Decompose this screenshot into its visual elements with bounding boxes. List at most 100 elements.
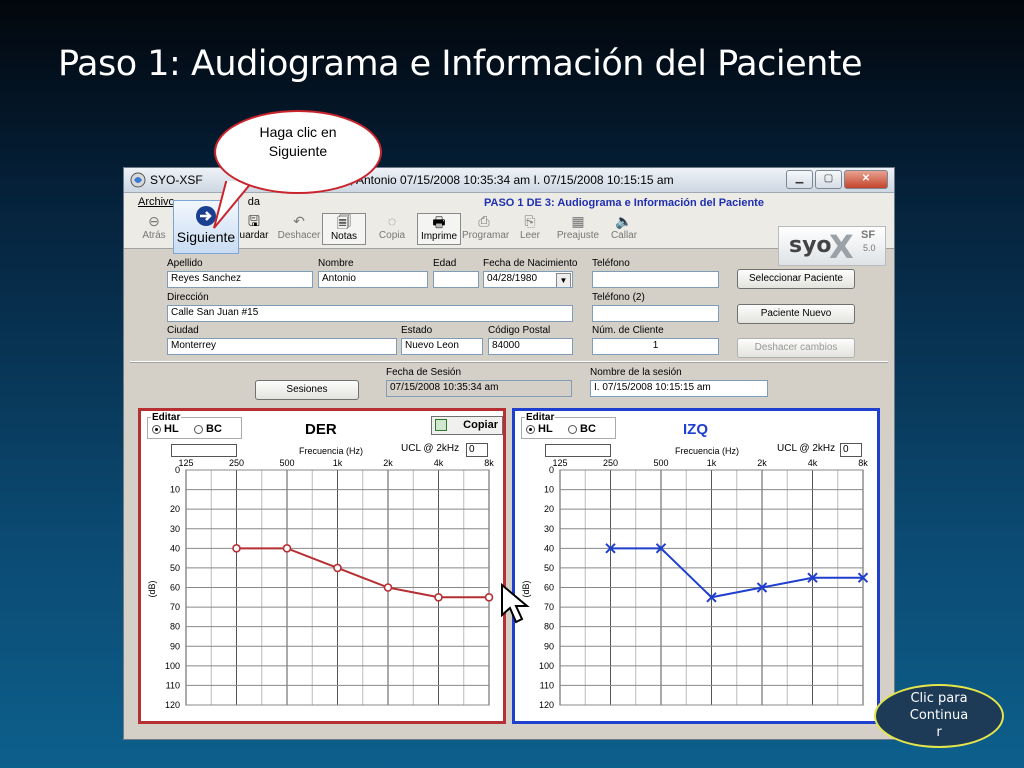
db-tick-label: 50 [544,563,554,573]
mute-speaker-icon: 🔈 [615,213,633,229]
db-tick-label: 40 [544,543,554,553]
undo-icon: ↶ [293,213,305,229]
threshold-marker-circle [484,592,494,602]
direccion-field[interactable]: Calle San Juan #15 [167,305,573,322]
notas-button[interactable]: 🗐 Notas [322,213,366,245]
preajuste-button[interactable]: ▦ Preajuste [556,213,600,245]
telefono-field[interactable] [592,271,719,288]
audiogram-left-chart[interactable]: 0102030405060708090100110120125 250 500 1k 2… [515,411,877,721]
db-tick-label: 30 [544,524,554,534]
db-tick-label: 60 [544,583,554,593]
threshold-marker-circle [232,544,241,553]
num-cliente-field[interactable]: 1 [592,338,719,355]
db-tick-label: 40 [170,543,180,553]
programar-button[interactable]: ⎙ Programar [462,213,509,245]
maximize-button[interactable]: ▢ [815,170,842,189]
preset-icon: ▦ [571,213,585,229]
slide-title: Paso 1: Audiograma e Información del Pac… [58,44,863,84]
freq-tick-label: 500 [279,458,294,468]
syo-xsf-logo: syo X SF 5.0 [778,226,886,266]
notes-icon: 🗐 [337,214,351,230]
db-tick-label: 20 [544,504,554,514]
dropdown-arrow-icon[interactable]: ▼ [556,273,571,287]
printer-icon: 🖶 [432,214,446,230]
db-tick-label: 110 [540,680,554,690]
read-icon: ⎘ [524,213,536,229]
db-tick-label: 30 [170,524,180,534]
freq-tick-label: 125 [552,458,567,468]
db-tick-label: 70 [170,602,180,612]
window-title: SYO-XSF [150,173,203,187]
apellido-field[interactable]: Reyes Sanchez [167,271,313,288]
threshold-marker-circle [282,544,292,553]
threshold-marker-circle [333,563,342,573]
audiogram-right-panel: Editar HL BC DER Copiar Frecuencia (Hz) … [138,408,506,724]
db-tick-label: 90 [170,641,180,651]
callout-bubble: Haga clic en Siguiente [214,110,382,194]
db-tick-label: 80 [544,622,554,632]
freq-tick-label: 500 [653,458,668,468]
fecha-sesion-field: 07/15/2008 10:35:34 am [386,380,572,397]
telefono2-field[interactable] [592,305,719,322]
atras-button[interactable]: ⊖ Atrás [132,213,176,245]
db-tick-label: 100 [165,661,180,671]
threshold-marker-circle [434,592,443,602]
close-button[interactable]: ✕ [844,170,888,189]
logo-syo: syo [789,233,832,258]
deshacer-button[interactable]: ↶ Deshacer [277,213,321,245]
program-icon: ⎙ [478,213,490,229]
sesiones-button[interactable]: Sesiones [255,380,359,400]
mouse-cursor-icon [501,583,530,624]
db-tick-label: 120 [539,700,554,710]
fecha-nac-label: Fecha de Nacimiento [483,258,578,269]
direccion-label: Dirección [167,292,209,303]
estado-field[interactable]: Nuevo Leon [401,338,483,355]
minimize-button[interactable]: ▁ [786,170,813,189]
edad-field[interactable] [433,271,479,288]
imprime-button[interactable]: 🖶 Imprime [417,213,461,245]
db-tick-label: 70 [544,602,554,612]
freq-tick-label: 4k [808,458,818,468]
back-arrow-icon: ⊖ [148,213,160,229]
ciudad-field[interactable]: Monterrey [167,338,397,355]
db-tick-label: 10 [544,485,554,495]
paciente-nuevo-button[interactable]: Paciente Nuevo [737,304,855,324]
db-tick-label: 120 [165,700,180,710]
telefono-label: Teléfono [592,258,630,269]
db-tick-label: 10 [170,485,180,495]
freq-tick-label: 250 [603,458,618,468]
seleccionar-paciente-button[interactable]: Seleccionar Paciente [737,269,855,289]
fecha-sesion-label: Fecha de Sesión [386,367,462,378]
fecha-nac-field[interactable]: 04/28/1980 ▼ [483,271,573,288]
freq-tick-label: 2k [383,458,393,468]
cp-field[interactable]: 84000 [488,338,573,355]
db-axis-label: (dB) [147,580,157,597]
db-tick-label: 100 [539,661,554,671]
freq-tick-label: 8k [858,458,868,468]
copia-button[interactable]: ◌ Copia [370,213,414,245]
continue-button[interactable]: Clic para Continua r [874,684,1004,748]
nombre-field[interactable]: Antonio [318,271,428,288]
nombre-sesion-field[interactable]: I. 07/15/2008 10:15:15 am [590,380,768,397]
logo-sf: SF [861,229,876,241]
freq-tick-label: 2k [757,458,767,468]
app-icon [130,172,146,188]
audiogram-right-chart[interactable]: 0102030405060708090100110120125 250 500 1k 2… [141,411,503,721]
db-tick-label: 80 [170,622,180,632]
telefono2-label: Teléfono (2) [592,292,645,303]
deshacer-cambios-button[interactable]: Deshacer cambios [737,338,855,358]
nombre-label: Nombre [318,258,354,269]
menu-archivo[interactable]: Archivo [138,196,175,208]
freq-tick-label: 8k [484,458,494,468]
db-tick-label: 50 [170,563,180,573]
logo-version: 5.0 [863,243,876,253]
window-title-rest: z, Antonio 07/15/2008 10:35:34 am I. 07/… [344,173,674,187]
callout-line-2: Siguiente [268,143,328,159]
num-cliente-label: Núm. de Cliente [592,325,664,336]
edad-label: Edad [433,258,457,269]
callar-button[interactable]: 🔈 Callar [602,213,646,245]
callout-line-1: Haga clic en [259,124,337,140]
ciudad-label: Ciudad [167,325,199,336]
leer-button[interactable]: ⎘ Leer [508,213,552,245]
apellido-label: Apellido [167,258,203,269]
